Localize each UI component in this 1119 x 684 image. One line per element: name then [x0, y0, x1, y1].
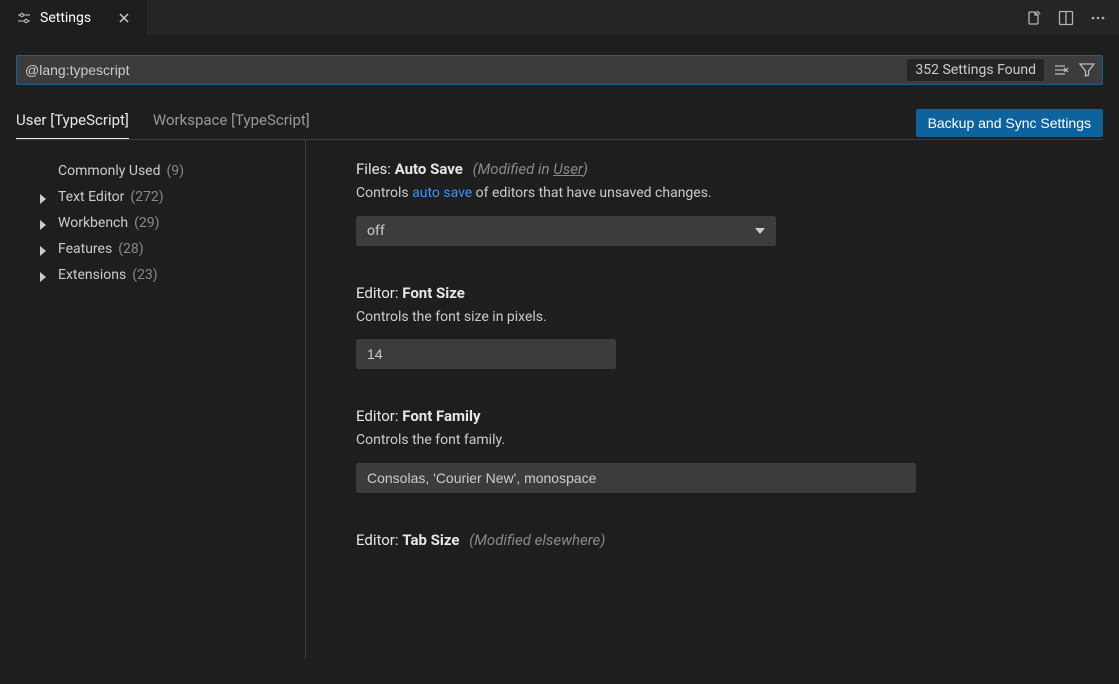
auto-save-link[interactable]: auto save	[412, 185, 472, 201]
chevron-down-icon	[755, 228, 765, 234]
setting-description: Controls the font family.	[356, 431, 989, 451]
settings-gear-icon	[16, 10, 32, 26]
modified-scope-link[interactable]: User	[553, 160, 583, 178]
toc-item-label: Features	[58, 241, 112, 257]
backup-sync-button[interactable]: Backup and Sync Settings	[916, 109, 1103, 137]
filter-icon[interactable]	[1078, 61, 1096, 79]
font-family-input[interactable]	[356, 463, 916, 493]
settings-toc: Commonly Used (9) Text Editor (272) Work…	[16, 140, 306, 659]
setting-description: Controls auto save of editors that have …	[356, 184, 989, 204]
close-tab-button[interactable]	[117, 11, 131, 25]
scope-tabs: User [TypeScript] Workspace [TypeScript]	[16, 109, 310, 139]
dropdown-value: off	[367, 223, 385, 239]
setting-title: Editor: Tab Size (Modified elsewhere)	[356, 531, 989, 549]
open-settings-json-icon[interactable]	[1025, 9, 1043, 27]
settings-search-row: 352 Settings Found	[0, 35, 1119, 89]
setting-name: Font Size	[402, 284, 465, 302]
toc-extensions[interactable]: Extensions (23)	[38, 262, 295, 288]
settings-search-input[interactable]	[25, 62, 899, 78]
toc-item-count: (29)	[134, 215, 159, 231]
setting-scope: Editor:	[356, 531, 399, 549]
setting-editor-font-family: Editor: Font Family Controls the font fa…	[356, 407, 989, 493]
setting-files-auto-save: Files: Auto Save (Modified in User) Cont…	[356, 160, 989, 246]
setting-modified-indicator: (Modified in User)	[473, 160, 588, 178]
auto-save-dropdown[interactable]: off	[356, 216, 776, 246]
setting-title: Editor: Font Family	[356, 407, 989, 425]
split-editor-icon[interactable]	[1057, 9, 1075, 27]
toc-commonly-used[interactable]: Commonly Used (9)	[38, 158, 295, 184]
setting-editor-tab-size: Editor: Tab Size (Modified elsewhere)	[356, 531, 989, 549]
setting-name: Auto Save	[395, 160, 463, 178]
toc-item-label: Commonly Used	[58, 163, 161, 179]
settings-content: Commonly Used (9) Text Editor (272) Work…	[0, 140, 1119, 659]
toc-item-count: (28)	[118, 241, 143, 257]
setting-name: Tab Size	[402, 531, 459, 549]
scope-tab-workspace[interactable]: Workspace [TypeScript]	[153, 109, 310, 139]
more-actions-icon[interactable]	[1089, 9, 1107, 27]
settings-header-row: User [TypeScript] Workspace [TypeScript]…	[0, 89, 1119, 139]
editor-tab-bar: Settings	[0, 0, 1119, 35]
clear-search-icon[interactable]	[1052, 61, 1070, 79]
toc-item-count: (272)	[130, 189, 163, 205]
toc-item-label: Extensions	[58, 267, 126, 283]
toc-item-count: (23)	[132, 267, 157, 283]
settings-list: Files: Auto Save (Modified in User) Cont…	[306, 140, 1119, 659]
tab-bar-left: Settings	[0, 0, 147, 35]
setting-scope: Editor:	[356, 407, 399, 425]
settings-tab[interactable]: Settings	[0, 0, 147, 35]
font-size-input[interactable]	[356, 339, 616, 369]
toc-item-label: Workbench	[58, 215, 128, 231]
setting-description: Controls the font size in pixels.	[356, 308, 989, 328]
toc-item-count: (9)	[167, 163, 185, 179]
settings-search-box: 352 Settings Found	[16, 55, 1103, 85]
toc-workbench[interactable]: Workbench (29)	[38, 210, 295, 236]
setting-modified-indicator: (Modified elsewhere)	[469, 531, 605, 549]
settings-tab-label: Settings	[40, 10, 91, 26]
setting-editor-font-size: Editor: Font Size Controls the font size…	[356, 284, 989, 370]
settings-body: 352 Settings Found User [TypeScript] Wor…	[0, 35, 1119, 684]
setting-scope: Editor:	[356, 284, 399, 302]
setting-title: Editor: Font Size	[356, 284, 989, 302]
setting-scope: Files:	[356, 160, 391, 178]
search-results-count: 352 Settings Found	[907, 59, 1044, 81]
setting-title: Files: Auto Save (Modified in User)	[356, 160, 989, 178]
scope-tab-user[interactable]: User [TypeScript]	[16, 109, 129, 139]
tab-bar-actions	[1025, 9, 1119, 27]
setting-name: Font Family	[402, 407, 480, 425]
toc-features[interactable]: Features (28)	[38, 236, 295, 262]
toc-text-editor[interactable]: Text Editor (272)	[38, 184, 295, 210]
toc-item-label: Text Editor	[58, 189, 124, 205]
